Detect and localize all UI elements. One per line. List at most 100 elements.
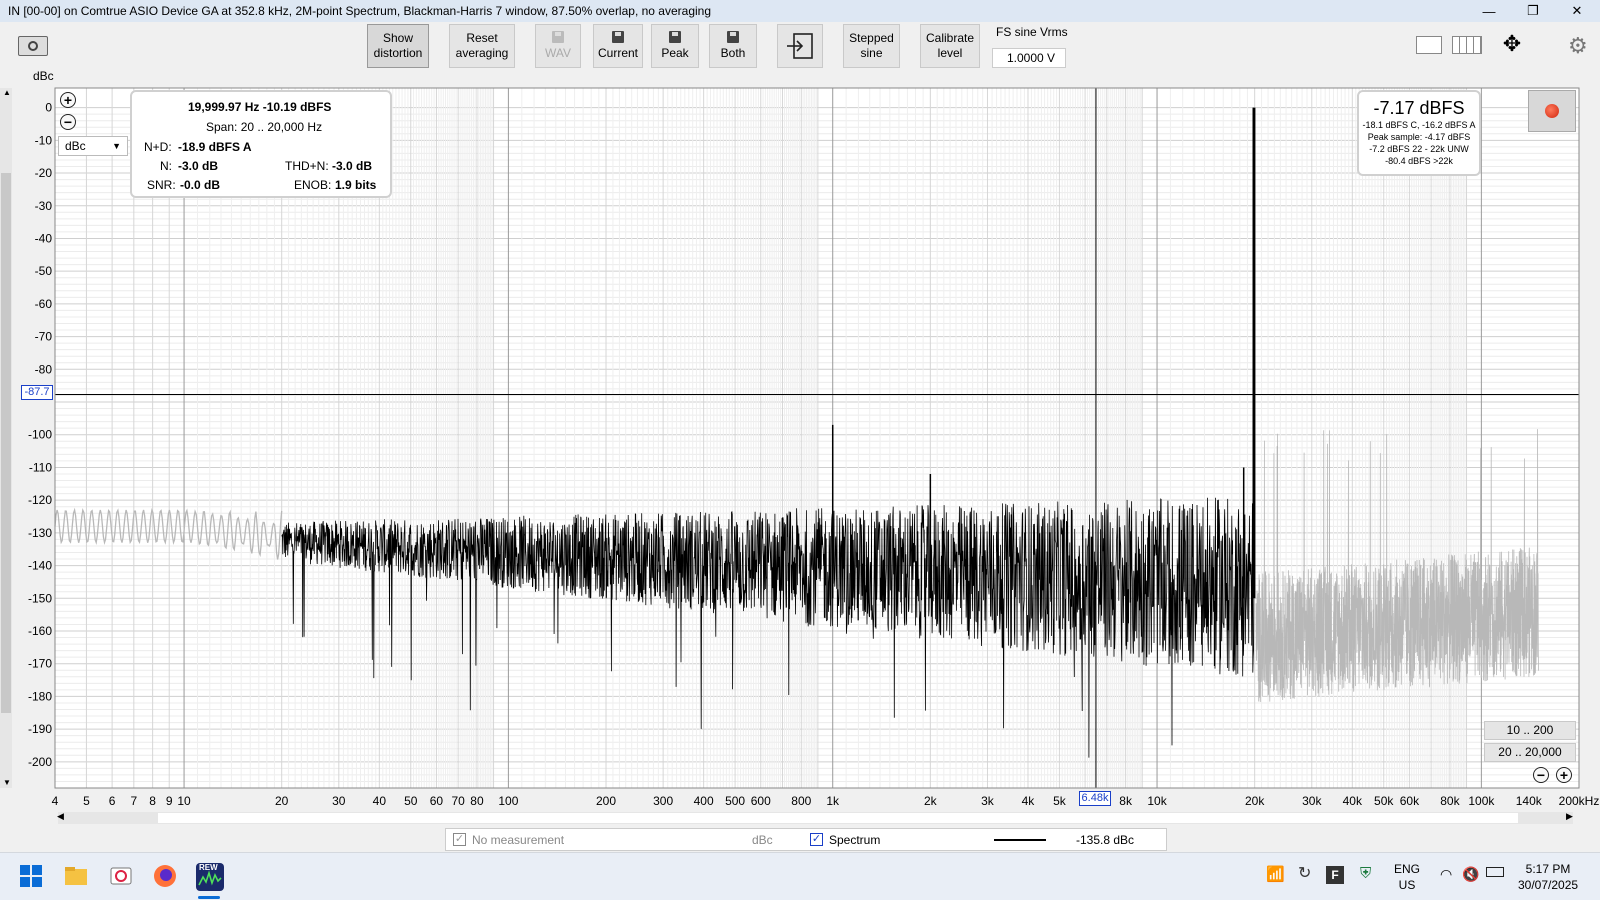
x-tick-label: 800 — [791, 794, 811, 808]
chart-tray-icon[interactable]: 📶 — [1266, 867, 1285, 883]
n-label: N: — [160, 159, 172, 173]
nd-label: N+D: — [144, 140, 172, 154]
range-10-200-button[interactable]: 10 .. 200 — [1484, 721, 1576, 740]
scroll-thumb[interactable] — [158, 813, 1518, 823]
x-tick-label: 50k — [1374, 794, 1394, 808]
n-value: -3.0 dB — [178, 159, 219, 173]
file-explorer-icon[interactable] — [63, 863, 89, 889]
y-tick-label: -60 — [35, 297, 53, 311]
scroll-down-arrow-icon[interactable]: ▼ — [3, 778, 11, 787]
y-unit-label: dBc — [33, 69, 54, 83]
y-tick-label: -40 — [35, 231, 53, 245]
record-button[interactable] — [1528, 90, 1576, 132]
y-tick-label: -190 — [28, 722, 52, 736]
x-tick-label: 60 — [430, 794, 444, 808]
zoom-in-y-icon[interactable]: + — [60, 92, 76, 108]
y-tick-label: 0 — [45, 101, 52, 115]
f-tray-icon[interactable]: F — [1326, 866, 1344, 884]
active-app-indicator — [198, 896, 220, 899]
scroll-up-arrow-icon[interactable]: ▲ — [3, 88, 11, 97]
x-tick-label: 600 — [751, 794, 771, 808]
spectrum-value: -135.8 dBc — [1076, 833, 1135, 847]
no-measurement-checkbox[interactable]: ✓ — [453, 833, 466, 846]
zoom-in-x-icon[interactable]: + — [1556, 767, 1572, 783]
language-indicator[interactable]: ENG US — [1394, 861, 1420, 893]
y-tick-label: -130 — [28, 526, 52, 540]
y-tick-label: -80 — [35, 362, 53, 376]
snr-label: SNR: — [147, 178, 176, 192]
snipping-tool-icon[interactable] — [108, 863, 134, 889]
cursor-y-value: -87.7 — [21, 385, 53, 400]
speaker-muted-icon[interactable]: 🔇 — [1462, 866, 1479, 882]
x-tick-label: 5 — [83, 794, 90, 808]
level-line: Peak sample: -4.17 dBFS — [1367, 132, 1471, 142]
x-tick-label: 200 — [596, 794, 616, 808]
zoom-out-x-icon[interactable]: − — [1533, 767, 1549, 783]
enob-value: 1.9 bits — [335, 178, 377, 192]
y-tick-label: -140 — [28, 559, 52, 573]
no-measurement-label: No measurement — [472, 833, 565, 847]
spectrum-label: Spectrum — [829, 833, 881, 847]
y-tick-label: -150 — [28, 591, 52, 605]
clock-date: 30/07/2025 — [1518, 878, 1579, 892]
span-readout: Span: 20 .. 20,000 Hz — [206, 120, 323, 134]
x-tick-label: 40k — [1343, 794, 1363, 808]
y-tick-label: -180 — [28, 689, 52, 703]
y-tick-label: -100 — [28, 428, 52, 442]
x-tick-label: 2k — [924, 794, 938, 808]
rew-app-icon[interactable]: REW — [196, 863, 224, 891]
spectrum-checkbox[interactable]: ✓ — [810, 833, 823, 846]
cursor-x-value: 6.48k — [1079, 791, 1111, 806]
unit-select[interactable]: dBc ▼ — [58, 136, 128, 156]
y-tick-label: -160 — [28, 624, 52, 638]
x-tick-label: 70 — [451, 794, 465, 808]
y-tick-label: -30 — [35, 199, 53, 213]
x-tick-label: 400 — [694, 794, 714, 808]
cursor-readout: 19,999.97 Hz -10.19 dBFS — [188, 100, 332, 114]
level-line: -80.4 dBFS >22k — [1385, 156, 1453, 166]
firefox-icon[interactable] — [152, 863, 178, 889]
level-line: -7.2 dBFS 22 - 22k UNW — [1369, 144, 1469, 154]
scroll-left-arrow-icon[interactable]: ◀ — [57, 811, 64, 822]
x-tick-label: 60k — [1400, 794, 1420, 808]
y-tick-label: -70 — [35, 330, 53, 344]
x-tick-label: 30 — [332, 794, 346, 808]
scroll-right-arrow-icon[interactable]: ▶ — [1566, 811, 1573, 822]
thdn-value: -3.0 dB — [332, 159, 373, 173]
x-tick-label: 30k — [1302, 794, 1322, 808]
y-tick-label: -10 — [35, 133, 53, 147]
x-tick-label: 8 — [149, 794, 156, 808]
level-meter-panel: -7.17 dBFS -18.1 dBFS C, -16.2 dBFS A Pe… — [1357, 90, 1481, 176]
wifi-icon[interactable]: ◠ — [1440, 866, 1452, 882]
shield-tray-icon[interactable]: ⛨ — [1360, 866, 1371, 882]
legend-unit: dBc — [752, 833, 773, 847]
x-tick-label: 20k — [1245, 794, 1265, 808]
taskbar: REW 📶 ↻ F ⛨ ENG US ◠ 🔇 5:17 PM 30/07/202… — [0, 852, 1600, 900]
x-tick-label: 10k — [1147, 794, 1167, 808]
legend-bar: ✓ No measurement dBc ✓ Spectrum -135.8 d… — [445, 828, 1167, 851]
vertical-scrollbar[interactable] — [0, 88, 12, 788]
zoom-out-y-icon[interactable]: − — [60, 114, 76, 130]
battery-icon[interactable] — [1486, 867, 1504, 877]
windows-start-icon[interactable] — [18, 863, 44, 889]
sync-tray-icon[interactable]: ↻ — [1298, 866, 1311, 882]
x-tick-label: 80k — [1440, 794, 1460, 808]
horizontal-scrollbar[interactable] — [58, 812, 1573, 824]
y-tick-label: -170 — [28, 657, 52, 671]
y-tick-label: -120 — [28, 493, 52, 507]
x-tick-label: 100 — [498, 794, 518, 808]
x-tick-label: 4k — [1022, 794, 1036, 808]
x-tick-label: 9 — [166, 794, 173, 808]
x-tick-label: 100k — [1468, 794, 1495, 808]
clock[interactable]: 5:17 PM 30/07/2025 — [1518, 861, 1578, 893]
x-tick-label: 5k — [1053, 794, 1067, 808]
level-line: -18.1 dBFS C, -16.2 dBFS A — [1362, 120, 1476, 130]
range-20-20000-button[interactable]: 20 .. 20,000 — [1484, 743, 1576, 762]
distortion-info-panel: 19,999.97 Hz -10.19 dBFS Span: 20 .. 20,… — [130, 90, 392, 198]
x-tick-label: 3k — [981, 794, 995, 808]
chevron-down-icon: ▼ — [112, 141, 121, 151]
y-tick-label: -200 — [28, 755, 52, 769]
x-tick-label: 300 — [653, 794, 673, 808]
x-tick-label: 500 — [725, 794, 745, 808]
snr-value: -0.0 dB — [180, 178, 221, 192]
